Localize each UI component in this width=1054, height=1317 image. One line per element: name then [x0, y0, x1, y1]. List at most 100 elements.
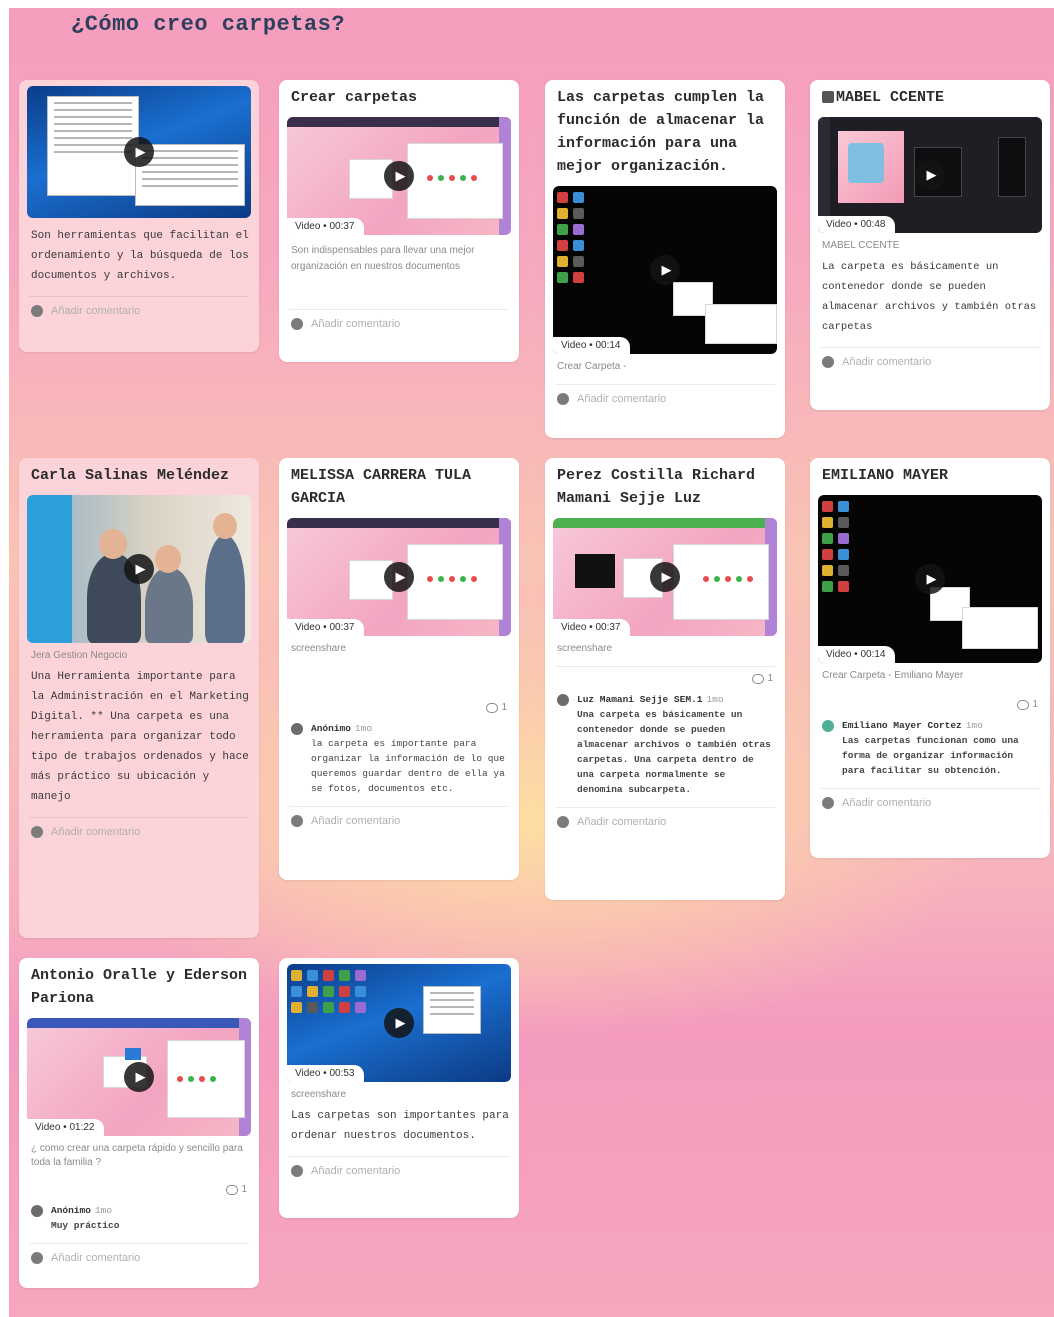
post-text: Las carpetas son importantes para ordena… — [291, 1110, 509, 1142]
add-comment-button[interactable]: Añadir comentario — [545, 808, 785, 838]
post-title: Carla Salinas Meléndez — [31, 467, 230, 484]
play-icon[interactable]: ▶ — [915, 564, 945, 594]
avatar-icon — [557, 816, 569, 828]
play-icon[interactable]: ▶ — [650, 255, 680, 285]
comment-time: 1mo — [354, 723, 373, 734]
post-description: Son indispensables para llevar una mejor… — [291, 245, 475, 272]
avatar-icon — [291, 318, 303, 330]
video-duration-badge: Video • 00:14 — [818, 646, 896, 663]
video-thumbnail[interactable]: ▶ — [27, 495, 251, 643]
video-thumbnail[interactable]: ▶ Video • 00:37 — [287, 117, 511, 235]
add-comment-button[interactable]: Añadir comentario — [19, 297, 259, 327]
avatar-icon — [557, 694, 569, 706]
video-duration-badge: Video • 00:37 — [553, 619, 631, 636]
post-card-2[interactable]: Crear carpetas ▶ Video • 00:37 Son indis… — [279, 80, 519, 362]
comment-item: Emiliano Mayer Cortez 1mo Las carpetas fu… — [810, 710, 1050, 778]
play-icon[interactable]: ▶ — [124, 137, 154, 167]
play-icon[interactable]: ▶ — [124, 554, 154, 584]
post-title: Crear carpetas — [291, 89, 418, 106]
add-comment-label: Añadir comentario — [51, 305, 141, 317]
comment-bubble-icon — [752, 673, 765, 684]
comment-item: Anónimo 1mo la carpeta es importante para… — [279, 713, 519, 796]
play-icon[interactable]: ▶ — [384, 562, 414, 592]
video-duration-badge: Video • 00:37 — [287, 218, 365, 235]
post-title: EMILIANO MAYER — [822, 467, 949, 484]
post-card-7[interactable]: Perez Costilla Richard Mamani Sejje Luz … — [545, 458, 785, 900]
play-icon[interactable]: ▶ — [384, 161, 414, 191]
comment-text: Una carpeta es básicamente un contenedor… — [577, 709, 771, 795]
video-duration-badge: Video • 01:22 — [27, 1119, 105, 1136]
comment-text: Las carpetas funcionan como una forma de… — [842, 735, 1019, 776]
video-thumbnail[interactable]: ▶ Video • 00:14 — [553, 186, 777, 354]
post-title: MELISSA CARRERA TULA GARCIA — [291, 467, 472, 507]
add-comment-button[interactable]: Añadir comentario — [545, 385, 785, 415]
post-title: Las carpetas cumplen la función de almac… — [557, 89, 765, 175]
post-card-6[interactable]: MELISSA CARRERA TULA GARCIA ▶ Video • 00… — [279, 458, 519, 880]
avatar-icon — [31, 1205, 43, 1217]
post-title: Perez Costilla Richard Mamani Sejje Luz — [557, 467, 756, 507]
comment-time: 1mo — [706, 694, 724, 705]
board-title: ¿Cómo creo carpetas? — [71, 12, 346, 37]
avatar-icon — [822, 797, 834, 809]
video-thumbnail[interactable]: ▶ Video • 01:22 — [27, 1018, 251, 1136]
add-comment-button[interactable]: Añadir comentario — [279, 1157, 519, 1187]
post-title: MABEL CCENTE — [810, 80, 1050, 113]
add-comment-label: Añadir comentario — [51, 1252, 141, 1264]
add-comment-button[interactable]: Añadir comentario — [810, 789, 1050, 819]
comment-count[interactable]: 1 — [279, 656, 519, 713]
video-thumbnail[interactable]: ▶ Video • 00:48 — [818, 117, 1042, 233]
avatar-icon — [291, 723, 303, 735]
post-text: Son herramientas que facilitan el ordena… — [31, 230, 249, 282]
comment-bubble-icon — [486, 702, 499, 713]
post-card-8[interactable]: EMILIANO MAYER ▶ Video • 00:14 Crear Car… — [810, 458, 1050, 858]
post-card-1[interactable]: ▶ Son herramientas que facilitan el orde… — [19, 80, 259, 352]
video-thumbnail[interactable]: ▶ Video • 00:53 — [287, 964, 511, 1082]
comment-bubble-icon — [226, 1184, 239, 1195]
post-caption: screenshare — [291, 643, 347, 654]
post-title: Antonio Oralle y Ederson Pariona — [31, 967, 248, 1007]
video-thumbnail[interactable]: ▶ Video • 00:14 — [818, 495, 1042, 663]
comment-count[interactable]: 1 — [545, 667, 785, 684]
add-comment-button[interactable]: Añadir comentario — [279, 310, 519, 340]
avatar-icon — [822, 720, 834, 732]
comment-count[interactable]: 1 — [810, 683, 1050, 710]
add-comment-button[interactable]: Añadir comentario — [19, 818, 259, 848]
avatar-icon — [822, 356, 834, 368]
video-thumbnail[interactable]: ▶ — [27, 86, 251, 218]
comment-item: Anónimo 1mo Muy práctico — [19, 1195, 259, 1233]
add-comment-button[interactable]: Añadir comentario — [810, 348, 1050, 378]
post-card-9[interactable]: Antonio Oralle y Ederson Pariona ▶ Video… — [19, 958, 259, 1288]
post-card-4[interactable]: MABEL CCENTE ▶ Video • 00:48 MABEL CCENT… — [810, 80, 1050, 410]
comment-bubble-icon — [1017, 699, 1030, 710]
post-caption: Crear Carpeta - Emiliano Mayer — [822, 670, 964, 681]
add-comment-label: Añadir comentario — [577, 816, 667, 828]
add-comment-button[interactable]: Añadir comentario — [19, 1244, 259, 1274]
play-icon[interactable]: ▶ — [384, 1008, 414, 1038]
comment-author: Anónimo — [311, 723, 351, 734]
add-comment-button[interactable]: Añadir comentario — [279, 807, 519, 837]
post-card-10[interactable]: ▶ Video • 00:53 screenshare Las carpetas… — [279, 958, 519, 1218]
add-comment-label: Añadir comentario — [51, 826, 141, 838]
play-icon[interactable]: ▶ — [650, 562, 680, 592]
post-caption: screenshare — [557, 643, 613, 654]
comment-count[interactable]: 1 — [19, 1170, 259, 1195]
add-comment-label: Añadir comentario — [842, 356, 932, 368]
play-icon[interactable]: ▶ — [915, 160, 945, 190]
comment-author: Emiliano Mayer Cortez — [842, 720, 962, 731]
post-card-5[interactable]: Carla Salinas Meléndez ▶ Jera Gestion Ne… — [19, 458, 259, 938]
author-emoji-icon — [822, 91, 834, 104]
video-thumbnail[interactable]: ▶ Video • 00:37 — [287, 518, 511, 636]
add-comment-label: Añadir comentario — [842, 797, 932, 809]
padlet-board: ¿Cómo creo carpetas? ▶ Son herramientas … — [9, 8, 1054, 1317]
comment-text: Muy práctico — [51, 1220, 120, 1231]
video-duration-badge: Video • 00:37 — [287, 619, 365, 636]
video-duration-badge: Video • 00:53 — [287, 1065, 365, 1082]
comment-time: 1mo — [94, 1205, 113, 1216]
play-icon[interactable]: ▶ — [124, 1062, 154, 1092]
comment-author: Anónimo — [51, 1205, 91, 1216]
video-thumbnail[interactable]: ▶ Video • 00:37 — [553, 518, 777, 636]
post-caption: Jera Gestion Negocio — [31, 650, 128, 661]
comment-item: Luz Mamani Sejje SEM.1 1mo Una carpeta es… — [545, 684, 785, 797]
post-card-3[interactable]: Las carpetas cumplen la función de almac… — [545, 80, 785, 438]
post-caption: Crear Carpeta - — [557, 361, 627, 372]
